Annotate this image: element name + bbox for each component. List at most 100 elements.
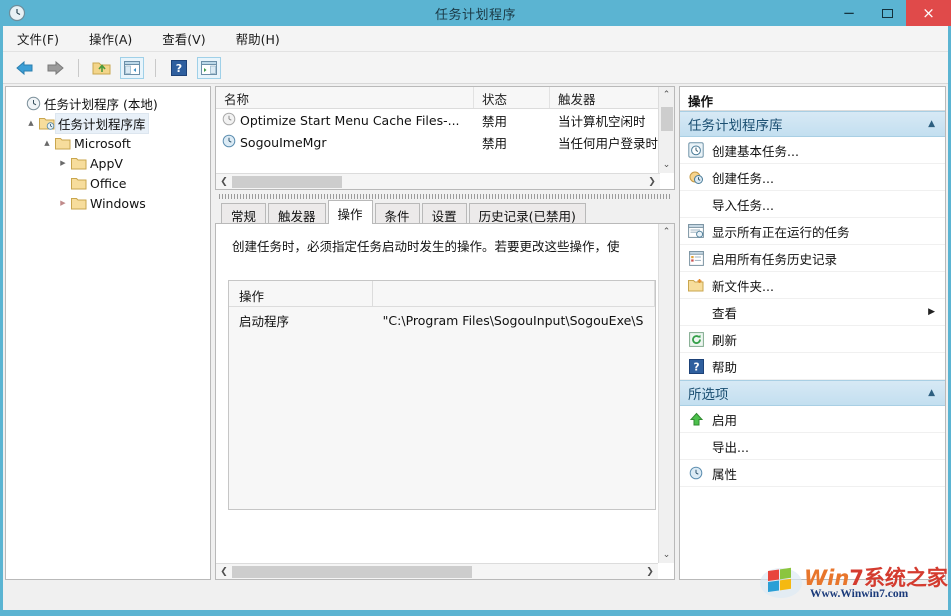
tree-node-windows[interactable]: ▶ Windows <box>6 193 210 213</box>
tree-node-office[interactable]: Office <box>6 173 210 193</box>
console-tree-pane: 任务计划程序 (本地) ▲ 任务计划程序库 ▲ <box>5 86 211 580</box>
create-basic-task-icon <box>686 142 706 158</box>
menu-view[interactable]: 查看(V) <box>160 27 207 50</box>
action-refresh[interactable]: 刷新 <box>680 326 945 353</box>
back-button[interactable] <box>13 57 37 79</box>
tab-conditions[interactable]: 条件 <box>375 203 420 224</box>
scroll-thumb[interactable] <box>661 107 673 131</box>
action-label: 显示所有正在运行的任务 <box>712 222 850 241</box>
action-label: 启用所有任务历史记录 <box>712 249 837 268</box>
tree-node-appv[interactable]: ▶ AppV <box>6 153 210 173</box>
tree-node-task-scheduler-local[interactable]: 任务计划程序 (本地) <box>6 93 210 113</box>
action-label: 启用 <box>712 410 737 429</box>
column-header-details[interactable] <box>373 281 655 306</box>
actions-table: 操作 启动程序 "C:\Program Files\SogouInput\Sog… <box>228 280 656 510</box>
clock-icon <box>222 134 236 151</box>
enable-up-arrow-icon <box>686 412 706 427</box>
table-row[interactable]: Optimize Start Menu Cache Files-... 禁用 当… <box>216 109 674 131</box>
tree-expander[interactable]: ▶ <box>56 159 70 167</box>
folder-icon <box>54 136 72 150</box>
scroll-up-arrow[interactable]: ⌃ <box>659 224 675 240</box>
tab-triggers[interactable]: 触发器 <box>268 203 326 224</box>
detail-horizontal-scrollbar[interactable]: ❮ ❯ <box>216 563 658 579</box>
task-name-cell: Optimize Start Menu Cache Files-... <box>216 112 474 129</box>
center-pane: 名称 状态 触发器 Optimize Start Menu C <box>215 86 675 580</box>
detail-vertical-scrollbar[interactable]: ⌃ ⌄ <box>658 224 674 563</box>
scroll-thumb[interactable] <box>232 176 342 188</box>
action-export[interactable]: 导出... <box>680 433 945 460</box>
scroll-right-arrow[interactable]: ❯ <box>642 564 658 580</box>
menu-help[interactable]: 帮助(H) <box>234 27 282 50</box>
tree-expander[interactable]: ▶ <box>56 199 70 207</box>
column-header-name[interactable]: 名称 <box>216 87 474 108</box>
action-enable[interactable]: 启用 <box>680 406 945 433</box>
scroll-left-arrow[interactable]: ❮ <box>216 174 232 190</box>
action-enable-all-task-history[interactable]: 启用所有任务历史记录 <box>680 245 945 272</box>
close-button[interactable]: × <box>906 0 951 26</box>
help-button[interactable]: ? <box>167 57 191 79</box>
menu-action[interactable]: 操作(A) <box>87 27 134 50</box>
action-display-running-tasks[interactable]: 显示所有正在运行的任务 <box>680 218 945 245</box>
action-details-cell: "C:\Program Files\SogouInput\SogouExe\S <box>373 313 655 328</box>
scroll-up-arrow[interactable]: ⌃ <box>659 87 675 103</box>
tree-node-label: 任务计划程序库 <box>56 114 148 133</box>
show-console-tree-button[interactable] <box>120 57 144 79</box>
watermark-logo: Win7系统之家 Www.Winwin7.com <box>758 560 948 612</box>
minimize-button[interactable]: − <box>830 0 868 26</box>
action-new-folder[interactable]: 新文件夹... <box>680 272 945 299</box>
chevron-up-icon[interactable]: ▲ <box>928 119 935 129</box>
splitter-grip[interactable] <box>219 194 671 199</box>
column-header-action[interactable]: 操作 <box>229 281 373 306</box>
actions-table-header: 操作 <box>229 281 655 307</box>
window-title: 任务计划程序 <box>0 4 951 23</box>
action-properties[interactable]: 属性 <box>680 460 945 487</box>
column-header-trigger[interactable]: 触发器 <box>550 87 660 108</box>
scroll-down-arrow[interactable]: ⌄ <box>659 547 675 563</box>
task-status-cell: 禁用 <box>474 133 550 152</box>
actions-section-library-header[interactable]: 任务计划程序库 ▲ <box>680 111 945 137</box>
tree-expander[interactable]: ▲ <box>24 119 38 127</box>
action-create-basic-task[interactable]: 创建基本任务... <box>680 137 945 164</box>
forward-button[interactable] <box>43 57 67 79</box>
tree-node-microsoft[interactable]: ▲ Microsoft <box>6 133 210 153</box>
action-help[interactable]: ? 帮助 <box>680 353 945 380</box>
task-detail-pane: 常规 触发器 操作 条件 设置 历史记录(已禁用) 创建任务时，必须指定任务启动… <box>215 200 675 580</box>
up-folder-button[interactable] <box>90 57 114 79</box>
action-view[interactable]: 查看 ▶ <box>680 299 945 326</box>
scroll-thumb[interactable] <box>232 566 472 578</box>
tab-history[interactable]: 历史记录(已禁用) <box>469 203 586 224</box>
maximize-button[interactable] <box>868 0 906 26</box>
clock-icon <box>686 466 706 480</box>
task-list-horizontal-scrollbar[interactable]: ❮ ❯ <box>216 173 660 189</box>
detail-tabstrip: 常规 触发器 操作 条件 设置 历史记录(已禁用) <box>215 200 675 224</box>
clock-disabled-icon <box>222 112 236 129</box>
task-list-vertical-scrollbar[interactable]: ⌃ ⌄ <box>658 87 674 173</box>
actions-section-selected-header[interactable]: 所选项 ▲ <box>680 380 945 406</box>
column-header-status[interactable]: 状态 <box>474 87 550 108</box>
tree-expander[interactable]: ▲ <box>40 139 54 147</box>
show-action-pane-button[interactable] <box>197 57 221 79</box>
watermark-brand-win: Win <box>804 566 849 590</box>
action-import-task[interactable]: 导入任务... <box>680 191 945 218</box>
scroll-left-arrow[interactable]: ❮ <box>216 564 232 580</box>
menu-file[interactable]: 文件(F) <box>15 27 61 50</box>
action-create-task[interactable]: 创建任务... <box>680 164 945 191</box>
tab-general[interactable]: 常规 <box>221 203 266 224</box>
scroll-down-arrow[interactable]: ⌄ <box>659 157 675 173</box>
chevron-right-icon[interactable]: ▶ <box>928 307 935 317</box>
task-name-text: SogouImeMgr <box>240 135 327 150</box>
tab-actions[interactable]: 操作 <box>328 200 373 224</box>
scroll-right-arrow[interactable]: ❯ <box>644 174 660 190</box>
task-trigger-cell: 当计算机空闲时 <box>550 111 660 130</box>
help-question-icon: ? <box>686 359 706 374</box>
detail-body: 创建任务时，必须指定任务启动时发生的操作。若要更改这些操作，使 操作 启动程序 … <box>215 223 675 580</box>
tab-settings[interactable]: 设置 <box>422 203 467 224</box>
table-row[interactable]: 启动程序 "C:\Program Files\SogouInput\SogouE… <box>229 307 655 333</box>
tree-node-task-scheduler-library[interactable]: ▲ 任务计划程序库 <box>6 113 210 133</box>
svg-text:?: ? <box>693 361 699 373</box>
table-row[interactable]: SogouImeMgr 禁用 当任何用户登录时 <box>216 131 674 153</box>
chevron-up-icon[interactable]: ▲ <box>928 388 935 398</box>
tree-node-label: AppV <box>88 156 125 171</box>
pane-splitter[interactable] <box>215 192 675 200</box>
action-label: 创建任务... <box>712 168 774 187</box>
